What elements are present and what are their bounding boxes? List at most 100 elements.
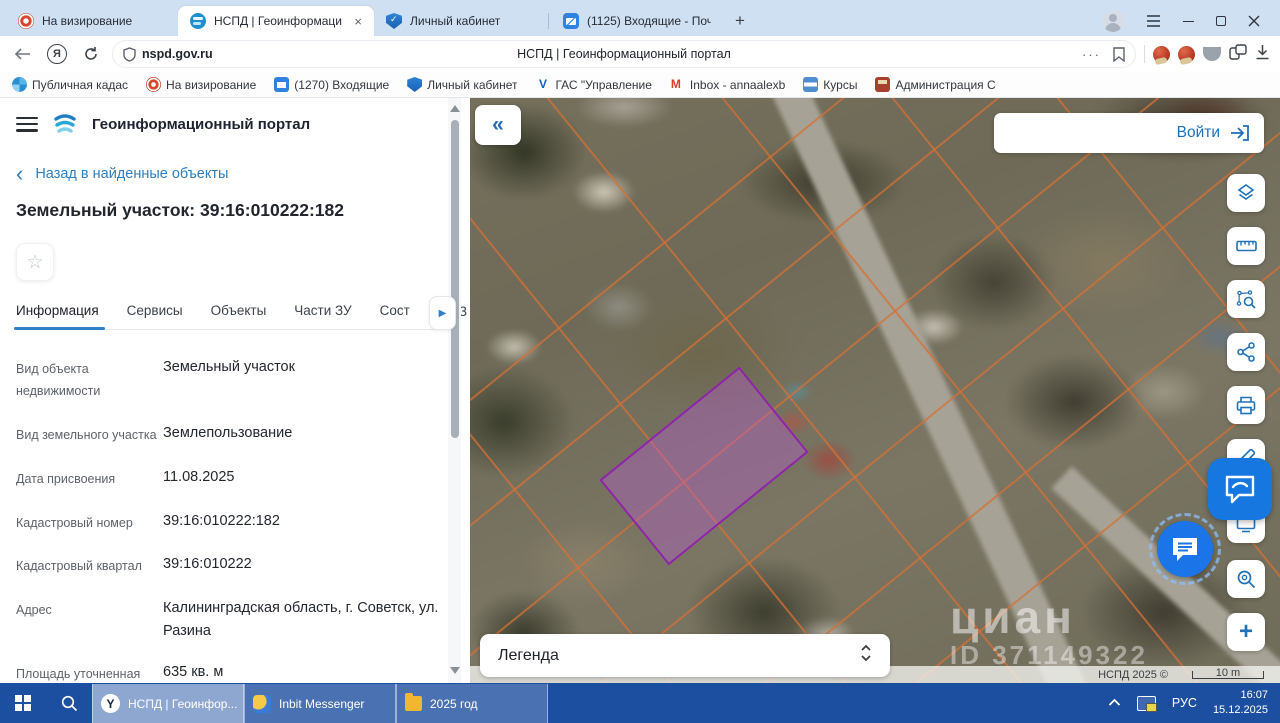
scroll-up-icon[interactable] [450, 105, 460, 112]
zoom-in-button[interactable]: + [1227, 613, 1265, 651]
shield-blue-icon [407, 77, 423, 92]
collapse-panel-button[interactable]: « [475, 105, 521, 145]
site-shield-icon [123, 46, 136, 62]
language-indicator[interactable]: РУС [1172, 696, 1197, 710]
tab-sostav[interactable]: Сост [380, 303, 410, 318]
tab-title: На визирование [42, 14, 133, 28]
map-view[interactable]: « Войти + циан ID 371149322 НСПД 2025 © … [470, 98, 1280, 683]
extension-icon[interactable] [1178, 45, 1195, 63]
protect-shield-icon[interactable] [1203, 47, 1221, 61]
close-window-button[interactable] [1248, 15, 1260, 27]
back-to-results-link[interactable]: ‹ Назад в найденные объекты [16, 163, 440, 185]
bookmark-item[interactable]: V ГАС "Управление [535, 77, 652, 92]
start-button[interactable] [0, 683, 46, 723]
address-bar[interactable]: nspd.gov.ru НСПД | Геоинформационный пор… [112, 40, 1136, 68]
inbit-messenger-icon [253, 694, 271, 713]
bookmark-item[interactable]: На визирование [146, 77, 256, 92]
system-tray: РУС 16:07 15.12.2025 [1096, 683, 1280, 723]
scroll-down-icon[interactable] [450, 667, 460, 674]
menu-icon[interactable] [16, 116, 38, 132]
tab-servisy[interactable]: Сервисы [127, 303, 183, 318]
shield-blue-icon [386, 13, 402, 29]
refresh-button[interactable] [78, 41, 104, 67]
bookmark-item[interactable]: Администрация С [875, 77, 996, 92]
chat-button[interactable] [1149, 513, 1221, 585]
bookmark-item[interactable]: Публичная кадас [12, 77, 128, 92]
scrollbar-thumb[interactable] [450, 120, 459, 438]
tab-chasti-zu[interactable]: Части ЗУ [294, 303, 351, 318]
new-tab-button[interactable]: + [727, 8, 753, 34]
page-title-text: НСПД | Геоинформационный портал [517, 47, 731, 61]
target-red-icon [146, 77, 162, 92]
tabs-next-button[interactable]: ▶ [429, 296, 456, 330]
administration-icon [875, 77, 891, 92]
tab-title: НСПД | Геоинформаци [214, 14, 342, 28]
browser-tab-mail[interactable]: (1125) Входящие - Почта [551, 6, 723, 36]
window-controls [1088, 10, 1274, 36]
downloads-icon[interactable] [1255, 44, 1270, 65]
tab-separator [548, 13, 549, 29]
more-actions-icon[interactable]: ··· [1082, 47, 1101, 62]
ruler-button[interactable] [1227, 227, 1265, 265]
search-on-map-button[interactable] [1227, 560, 1265, 598]
feedback-sketch-button[interactable] [1208, 458, 1272, 520]
plus-icon: + [1238, 618, 1253, 645]
field-label: Дата присвоения [16, 471, 116, 486]
area-search-button[interactable] [1227, 280, 1265, 318]
field-row: Вид земельного участка Землепользование [16, 422, 440, 447]
tray-chevron-icon[interactable] [1108, 694, 1121, 712]
browser-tab-lichny-kabinet[interactable]: Личный кабинет [374, 6, 546, 36]
nspd-logo [54, 114, 76, 133]
back-button[interactable] [10, 41, 36, 67]
magnifier-icon [1237, 570, 1256, 589]
yandex-browser-icon: Y [101, 694, 120, 713]
bookmark-item[interactable]: Inbox - annaalexb [670, 77, 785, 92]
tray-date: 15.12.2025 [1212, 704, 1268, 716]
refresh-icon [85, 47, 97, 60]
bookmark-icon[interactable] [1113, 46, 1125, 62]
field-value: 11.08.2025 [163, 468, 235, 485]
taskbar-app-2025[interactable]: 2025 год [396, 684, 548, 723]
minimize-button[interactable] [1183, 20, 1194, 22]
login-button[interactable]: Войти [994, 113, 1264, 153]
taskbar-app-nspd[interactable]: Y НСПД | Геоинфор... [92, 684, 244, 723]
field-value: 39:16:010222 [163, 556, 252, 573]
yandex-button[interactable]: Я [44, 41, 70, 67]
collections-icon[interactable] [1229, 43, 1247, 65]
chat-pencil-icon [1225, 475, 1255, 504]
favorite-star-button[interactable]: ☆ [16, 243, 54, 281]
taskbar-search-button[interactable] [46, 683, 92, 723]
layers-button[interactable] [1227, 174, 1265, 212]
login-icon [1231, 125, 1249, 141]
input-indicator-icon[interactable] [1136, 695, 1157, 712]
browser-tab-vizirovanie[interactable]: На визирование [6, 6, 178, 36]
bookmark-item[interactable]: Личный кабинет [407, 77, 517, 92]
toolbar-separator [1144, 45, 1145, 63]
page-title: Земельный участок: 39:16:010222:182 [16, 200, 344, 220]
target-red-icon [18, 13, 34, 29]
coordinate-search-icon [1236, 290, 1256, 309]
double-chevron-left-icon: « [492, 113, 504, 136]
panel-scrollbar[interactable] [448, 98, 461, 683]
scale-bar: 10 m [1192, 667, 1264, 679]
tab-close-icon[interactable]: × [354, 14, 362, 29]
browser-tab-nspd[interactable]: НСПД | Геоинформаци × [178, 6, 374, 36]
tab-obekty[interactable]: Объекты [211, 303, 267, 318]
profile-avatar[interactable] [1102, 10, 1124, 32]
browser-menu-button[interactable] [1146, 15, 1161, 27]
tab-informatsiya[interactable]: Информация [14, 303, 105, 330]
bookmark-item[interactable]: (1270) Входящие [274, 77, 389, 92]
field-value: 39:16:010222:182 [163, 512, 280, 529]
taskbar-app-inbit[interactable]: Inbit Messenger [244, 684, 396, 723]
restore-button[interactable] [1216, 13, 1229, 26]
share-button[interactable] [1227, 333, 1265, 371]
print-button[interactable] [1227, 386, 1265, 424]
mail-blue-icon [274, 77, 290, 92]
field-row: Кадастровый номер 39:16:010222:182 [16, 510, 440, 535]
bookmark-item[interactable]: Курсы [803, 77, 857, 92]
clock[interactable]: 16:07 15.12.2025 [1213, 688, 1268, 718]
legend-toggle[interactable]: Легенда [480, 634, 890, 677]
extension-icon[interactable] [1153, 45, 1170, 63]
field-row: Дата присвоения 11.08.2025 [16, 466, 440, 491]
object-fields: Вид объекта недвижимости Земельный участ… [16, 356, 440, 686]
